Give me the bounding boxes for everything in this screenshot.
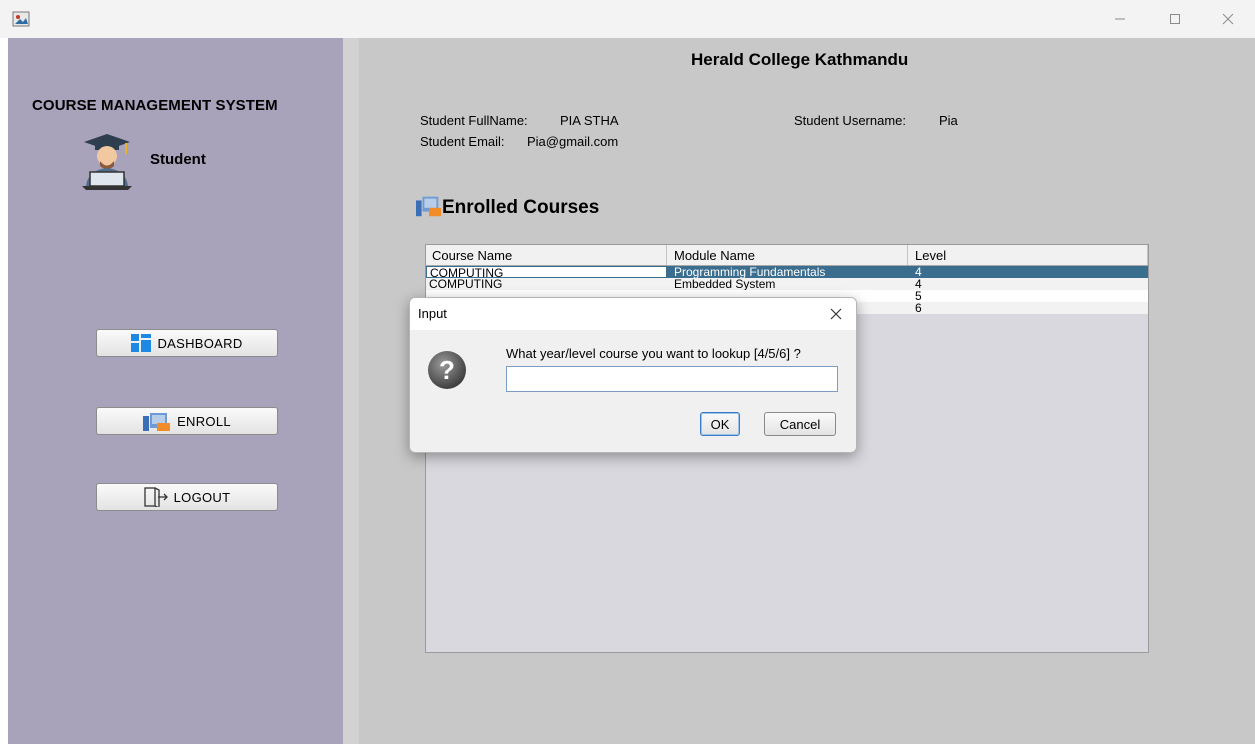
java-app-icon [12, 11, 30, 27]
fullname-label: Student FullName: [420, 113, 528, 128]
column-header-module[interactable]: Module Name [667, 245, 908, 265]
dialog-close-icon[interactable] [828, 306, 844, 322]
question-icon: ? [428, 351, 466, 389]
svg-text:?: ? [439, 355, 455, 385]
close-icon [1222, 13, 1234, 25]
cell-course: COMPUTING [429, 278, 503, 290]
dialog-title: Input [418, 306, 447, 321]
enrolled-courses-icon [416, 196, 442, 217]
enrolled-courses-title: Enrolled Courses [442, 197, 600, 218]
column-header-level[interactable]: Level [908, 245, 1148, 265]
maximize-icon [1170, 14, 1180, 24]
dashboard-label: DASHBOARD [157, 335, 243, 351]
column-header-course[interactable]: Course Name [426, 245, 667, 265]
cell-level: 4 [908, 266, 1148, 278]
dialog-titlebar: Input [410, 298, 856, 330]
cell-level: 4 [915, 278, 922, 290]
minimize-icon [1115, 18, 1125, 20]
enroll-button[interactable]: ENROLL [96, 407, 278, 435]
sidebar: COURSE MANAGEMENT SYSTEM Student DASHBOA… [8, 38, 343, 744]
email-value: Pia@gmail.com [527, 134, 619, 149]
email-label: Student Email: [420, 134, 505, 149]
cell-level: 6 [915, 302, 922, 314]
cell-level: 5 [915, 290, 922, 302]
enroll-label: ENROLL [177, 413, 231, 429]
maximize-button[interactable] [1152, 0, 1198, 38]
enroll-icon [143, 413, 171, 431]
table-header: Course Name Module Name Level [426, 245, 1148, 266]
input-dialog: Input ? What year/level course you want … [409, 297, 857, 453]
minimize-button[interactable] [1097, 0, 1143, 38]
cell-module: Embedded System [674, 278, 776, 290]
dashboard-button[interactable]: DASHBOARD [96, 329, 278, 357]
fullname-value: PIA STHA [560, 113, 619, 128]
student-avatar-icon [82, 134, 132, 190]
logout-label: LOGOUT [173, 489, 231, 505]
cell-course: COMPUTING [426, 266, 667, 278]
username-label: Student Username: [794, 113, 907, 128]
dashboard-icon [131, 334, 152, 352]
cell-module: Programming Fundamentals [667, 266, 908, 278]
cancel-button[interactable]: Cancel [764, 412, 836, 436]
logout-icon [143, 487, 168, 507]
level-input[interactable] [506, 366, 838, 392]
college-title: Herald College Kathmandu [691, 50, 909, 69]
dialog-message: What year/level course you want to looku… [506, 346, 801, 361]
ok-button[interactable]: OK [700, 412, 740, 436]
role-label: Student [150, 151, 206, 168]
table-row[interactable]: COMPUTING Embedded System 4 [426, 278, 1148, 290]
logout-button[interactable]: LOGOUT [96, 483, 278, 511]
split-divider[interactable] [343, 38, 359, 744]
window-titlebar [0, 0, 1255, 38]
close-window-button[interactable] [1205, 0, 1251, 38]
app-title: COURSE MANAGEMENT SYSTEM [32, 97, 278, 114]
username-value: Pia [939, 113, 958, 128]
table-row[interactable]: COMPUTING Programming Fundamentals 4 [426, 266, 1148, 278]
